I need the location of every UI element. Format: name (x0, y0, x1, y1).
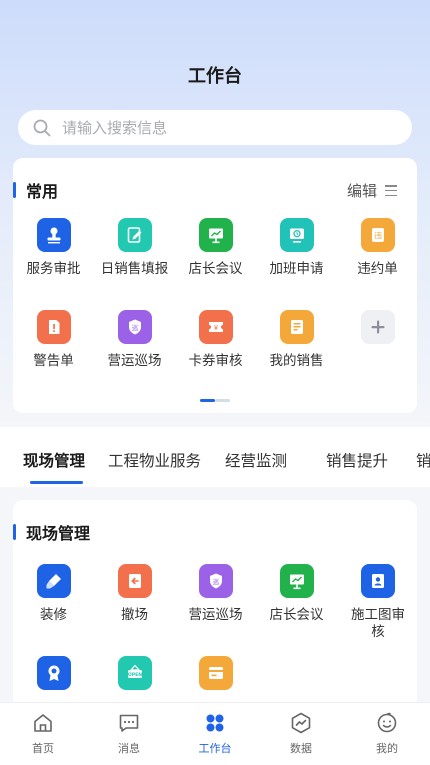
section-marker (13, 524, 16, 540)
field-section-header: 现场管理 (13, 520, 90, 544)
grid-icon (206, 714, 224, 732)
badge-icon (36, 656, 71, 690)
sales-doc-icon (279, 310, 314, 344)
open-sign-icon: OPEN (117, 656, 152, 690)
field-item-label: 装修 (40, 607, 67, 623)
common-card: 常用 编辑 服务审批 日销售填报 店长会议 加班申请 违 违约单 警告单 巡 营… (13, 158, 417, 413)
svg-text:巡: 巡 (212, 577, 219, 586)
field-item[interactable]: 施工图审核 (337, 564, 417, 641)
svg-text:OPEN: OPEN (127, 672, 141, 678)
common-section-header: 常用 (13, 178, 58, 202)
field-management-card: 现场管理 装修 撤场 巡 营运巡场 店长会议 施工图审核 OPEN (13, 500, 417, 720)
nav-home[interactable]: 首页 (13, 711, 73, 756)
field-item[interactable]: OPEN (94, 656, 175, 690)
field-item[interactable]: 店长会议 (256, 564, 337, 624)
exit-icon (117, 564, 152, 598)
violation-icon: 违 (360, 218, 395, 252)
stamp-icon (36, 218, 71, 252)
nav-mine-label: 我的 (376, 742, 398, 755)
message-icon (119, 714, 139, 732)
nav-data[interactable]: 数据 (271, 711, 331, 756)
nav-mine[interactable]: 我的 (357, 711, 417, 756)
category-tabs: 现场管理 工程物业服务 经营监测 销售提升 销 (0, 427, 430, 487)
common-item[interactable]: 日销售填报 (94, 218, 175, 278)
menu-icon (385, 185, 397, 196)
section-marker (13, 182, 16, 198)
coupon-icon: ¥ (198, 310, 233, 344)
field-item-label: 撤场 (121, 607, 148, 623)
edit-label: 编辑 (346, 182, 377, 200)
field-item-label: 施工图审核 (351, 607, 405, 640)
tab-more[interactable]: 销 (416, 449, 430, 471)
common-section-title: 常用 (26, 182, 59, 201)
field-item[interactable] (13, 656, 94, 690)
nav-workbench[interactable]: 工作台 (185, 711, 245, 756)
common-item[interactable]: 店长会议 (175, 218, 256, 278)
svg-text:巡: 巡 (131, 323, 138, 332)
common-item-label: 服务审批 (26, 261, 81, 277)
nav-messages[interactable]: 消息 (99, 711, 159, 756)
common-item-label: 卡券审核 (188, 353, 243, 369)
common-item-label: 日销售填报 (100, 261, 169, 277)
edit-doc-icon (117, 218, 152, 252)
common-item[interactable]: 我的销售 (256, 310, 337, 370)
nav-home-label: 首页 (32, 742, 54, 755)
bottom-nav: 首页 消息 工作台 数据 我的 (0, 702, 430, 765)
common-item[interactable]: ¥ 卡券审核 (175, 310, 256, 370)
common-item-label: 加班申请 (269, 261, 324, 277)
field-item[interactable]: 装修 (13, 564, 94, 624)
presentation-icon (279, 564, 314, 598)
search-input[interactable] (62, 118, 412, 137)
field-item[interactable]: 撤场 (94, 564, 175, 624)
patrol-shield-icon: 巡 (198, 564, 233, 598)
svg-text:¥: ¥ (213, 324, 218, 332)
field-item-label: 营运巡场 (188, 607, 243, 623)
common-item-label: 我的销售 (269, 353, 324, 369)
page-title: 工作台 (188, 66, 242, 87)
page-indicator-inactive (215, 399, 230, 402)
tab-indicator (30, 481, 83, 484)
field-section-title: 现场管理 (26, 524, 91, 543)
nav-workbench-label: 工作台 (198, 742, 232, 755)
clock-screen-icon (279, 218, 314, 252)
home-icon (34, 714, 52, 732)
blueprint-icon (360, 564, 395, 598)
search-icon (33, 119, 51, 136)
common-item-label: 营运巡场 (107, 353, 162, 369)
tab-engineering-service[interactable]: 工程物业服务 (108, 449, 201, 471)
common-item-label: 违约单 (357, 261, 398, 277)
common-item[interactable]: 巡 营运巡场 (94, 310, 175, 370)
common-item-label: 警告单 (33, 353, 74, 369)
patrol-shield-icon: 巡 (117, 310, 152, 344)
paint-brush-icon (36, 564, 71, 598)
tab-operation-monitoring[interactable]: 经营监测 (225, 449, 287, 471)
nav-data-label: 数据 (290, 742, 312, 755)
page-indicator (200, 399, 230, 402)
card-icon (198, 656, 233, 690)
field-item[interactable]: 巡 营运巡场 (175, 564, 256, 624)
common-item[interactable]: 违 违约单 (337, 218, 418, 278)
user-icon (377, 712, 397, 733)
tab-field-management[interactable]: 现场管理 (23, 449, 85, 471)
plus-icon (360, 310, 395, 344)
common-item[interactable]: 服务审批 (13, 218, 94, 278)
common-item-label: 店长会议 (188, 261, 243, 277)
page-indicator-active (200, 399, 215, 402)
common-item[interactable]: 加班申请 (256, 218, 337, 278)
common-item[interactable]: 警告单 (13, 310, 94, 370)
tab-sales-improvement[interactable]: 销售提升 (326, 449, 388, 471)
add-shortcut-button[interactable] (337, 310, 418, 344)
field-item-label: 店长会议 (269, 607, 324, 623)
field-item[interactable] (175, 656, 256, 690)
warning-doc-icon (36, 310, 71, 344)
chart-icon (291, 712, 311, 734)
svg-text:违: 违 (374, 232, 382, 241)
presentation-icon (198, 218, 233, 252)
edit-button[interactable]: 编辑 (347, 180, 397, 201)
search-bar[interactable] (18, 110, 412, 145)
nav-messages-label: 消息 (118, 742, 140, 755)
